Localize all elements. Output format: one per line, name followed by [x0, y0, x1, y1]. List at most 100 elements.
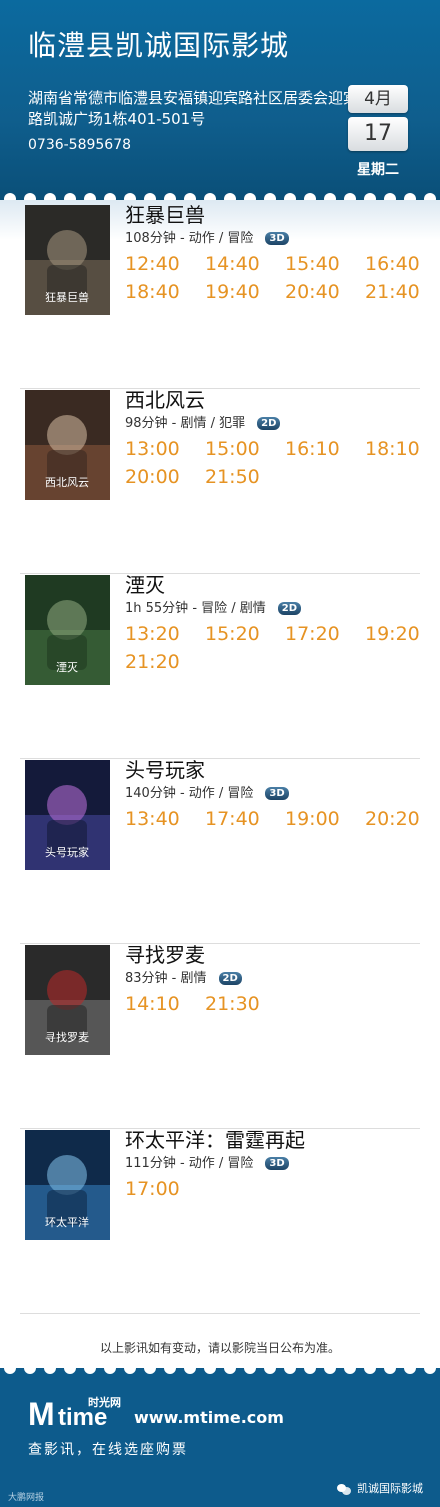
movie-poster-annihilation[interactable]: 湮灭: [25, 575, 110, 685]
perforation-dot: [44, 1362, 56, 1374]
perforation-dot: [404, 1362, 416, 1374]
showtime[interactable]: 12:40: [125, 253, 205, 275]
movie-info-text: 111分钟 - 动作 / 冒险: [125, 1156, 254, 1171]
showtime[interactable]: 16:10: [285, 438, 365, 460]
perforation-dot: [264, 1362, 276, 1374]
footer-slogan: 查影讯，在线选座购票: [28, 1442, 188, 1458]
divider: [20, 943, 420, 944]
showtime[interactable]: 18:10: [365, 438, 440, 460]
poster-text: 寻找罗麦: [45, 1030, 89, 1044]
format-badge: 2D: [277, 602, 302, 615]
perforation-dot: [304, 1362, 316, 1374]
showtime[interactable]: 20:20: [365, 808, 440, 830]
header-banner: 临澧县凯诚国际影城 湖南省常德市临澧县安福镇迎宾路社区居委会迎宾路凯诚广场1栋4…: [0, 0, 440, 200]
showtime[interactable]: 16:40: [365, 253, 440, 275]
movie-info: 108分钟 - 动作 / 冒险 3D: [125, 227, 289, 246]
date-calendar: 4月 17 星期二: [348, 85, 408, 179]
movie-item[interactable]: 环太平洋 环太平洋：雷霆再起 111分钟 - 动作 / 冒险 3D 17:00: [0, 1128, 440, 1315]
showtime[interactable]: 15:00: [205, 438, 285, 460]
movie-item[interactable]: 西北风云 西北风云 98分钟 - 剧情 / 犯罪 2D 13:00 15:00 16:…: [0, 388, 440, 575]
calendar-month: 4月: [348, 85, 408, 113]
movie-item[interactable]: 寻找罗麦 寻找罗麦 83分钟 - 剧情 2D 14:10 21:30: [0, 943, 440, 1130]
movie-title[interactable]: 寻找罗麦: [125, 939, 205, 968]
mtime-logo[interactable]: M time 时光网: [28, 1396, 128, 1432]
perforation-dot: [144, 1362, 156, 1374]
format-badge: 3D: [265, 1157, 289, 1170]
perforation-dot: [84, 1362, 96, 1374]
perforation-dot: [184, 1362, 196, 1374]
movie-poster-ready-player-one[interactable]: 头号玩家: [25, 760, 110, 870]
showtime[interactable]: 17:20: [285, 623, 365, 645]
movie-info-text: 140分钟 - 动作 / 冒险: [125, 786, 254, 801]
movie-title[interactable]: 狂暴巨兽: [125, 199, 205, 228]
movie-info: 83分钟 - 剧情 2D: [125, 967, 242, 986]
perforation-dot: [124, 1362, 136, 1374]
showtime-grid: 12:40 14:40 15:40 16:40 18:40 19:40 20:40 21:40: [125, 253, 425, 303]
showtime[interactable]: 13:00: [125, 438, 205, 460]
cinema-phone[interactable]: 0736-5895678: [28, 137, 131, 153]
perforation-dot: [24, 1362, 36, 1374]
movie-title[interactable]: 湮灭: [125, 569, 165, 598]
schedule-notice: 以上影讯如有变动，请以影院当日公布为准。: [99, 1341, 340, 1355]
showtime-grid: 13:20 15:20 17:20 19:20 21:20: [125, 623, 425, 673]
movie-title[interactable]: 头号玩家: [125, 754, 205, 783]
movie-item[interactable]: 湮灭 湮灭 1h 55分钟 - 冒险 / 剧情 2D 13:20 15:20 17:2…: [0, 573, 440, 760]
showtime[interactable]: 19:00: [285, 808, 365, 830]
perforation-dot: [244, 1362, 256, 1374]
movie-info: 140分钟 - 动作 / 冒险 3D: [125, 782, 289, 801]
format-badge: 2D: [257, 417, 281, 430]
showtime[interactable]: 20:00: [125, 466, 205, 488]
divider: [20, 573, 420, 574]
watermark-left-text: 大鹏网报: [8, 1493, 45, 1503]
showtime[interactable]: 20:40: [285, 281, 365, 303]
poster-text: 头号玩家: [45, 845, 89, 859]
showtime[interactable]: 14:40: [205, 253, 285, 275]
movie-info-text: 83分钟 - 剧情: [125, 971, 207, 986]
showtime[interactable]: 17:40: [205, 808, 285, 830]
cinema-address: 湖南省常德市临澧县安福镇迎宾路社区居委会迎宾路凯诚广场1栋401-501号: [28, 89, 359, 128]
showtime[interactable]: 13:40: [125, 808, 205, 830]
showtime[interactable]: 19:40: [205, 281, 285, 303]
showtime[interactable]: 17:00: [125, 1178, 205, 1200]
site-url-link[interactable]: www.mtime.com: [134, 1408, 284, 1427]
wechat-watermark: 凯诚国际影城: [337, 1480, 423, 1496]
showtime[interactable]: 13:20: [125, 623, 205, 645]
movie-title[interactable]: 西北风云: [125, 384, 205, 413]
movie-title[interactable]: 环太平洋：雷霆再起: [125, 1124, 305, 1153]
poster-text: 环太平洋: [45, 1215, 89, 1229]
calendar-weekday: 星期二: [357, 162, 399, 178]
watermark-left: 大鹏网报: [8, 1490, 44, 1503]
perforation-dot: [344, 1362, 356, 1374]
poster-text: 狂暴巨兽: [45, 290, 89, 304]
perforation-dot: [4, 1362, 16, 1374]
perforation-dot: [424, 1362, 436, 1374]
showtime[interactable]: 14:10: [125, 993, 205, 1015]
showtime-grid: 13:40 17:40 19:00 20:20: [125, 808, 425, 830]
perforation-dot: [164, 1362, 176, 1374]
movie-item[interactable]: 狂暴巨兽 狂暴巨兽 108分钟 - 动作 / 冒险 3D 12:40 14:40 15…: [0, 203, 440, 390]
format-badge: 3D: [265, 232, 289, 245]
movie-item[interactable]: 头号玩家 头号玩家 140分钟 - 动作 / 冒险 3D 13:40 17:40 19…: [0, 758, 440, 945]
movie-info: 111分钟 - 动作 / 冒险 3D: [125, 1152, 289, 1171]
movie-info: 98分钟 - 剧情 / 犯罪 2D: [125, 412, 281, 431]
showtime[interactable]: 15:40: [285, 253, 365, 275]
movie-poster-xibei[interactable]: 西北风云: [25, 390, 110, 500]
movie-poster-luomai[interactable]: 寻找罗麦: [25, 945, 110, 1055]
movie-poster-rampage[interactable]: 狂暴巨兽: [25, 205, 110, 315]
perforation-dot: [204, 1362, 216, 1374]
perforated-edge: [0, 1362, 440, 1374]
showtime[interactable]: 15:20: [205, 623, 285, 645]
showtime[interactable]: 21:20: [125, 651, 205, 673]
showtime[interactable]: 21:30: [205, 993, 285, 1015]
logo-cn: 时光网: [88, 1396, 121, 1409]
showtime[interactable]: 18:40: [125, 281, 205, 303]
showtime[interactable]: 21:50: [205, 466, 285, 488]
cinema-name: 临澧县凯诚国际影城: [28, 29, 290, 62]
movie-poster-pacific-rim[interactable]: 环太平洋: [25, 1130, 110, 1240]
showtime[interactable]: 19:20: [365, 623, 440, 645]
movie-info-text: 98分钟 - 剧情 / 犯罪: [125, 416, 246, 431]
perforation-dot: [104, 1362, 116, 1374]
divider: [20, 1313, 420, 1314]
footer-banner: M time 时光网 www.mtime.com 查影讯，在线选座购票 大鹏网报…: [0, 1362, 440, 1507]
showtime[interactable]: 21:40: [365, 281, 440, 303]
